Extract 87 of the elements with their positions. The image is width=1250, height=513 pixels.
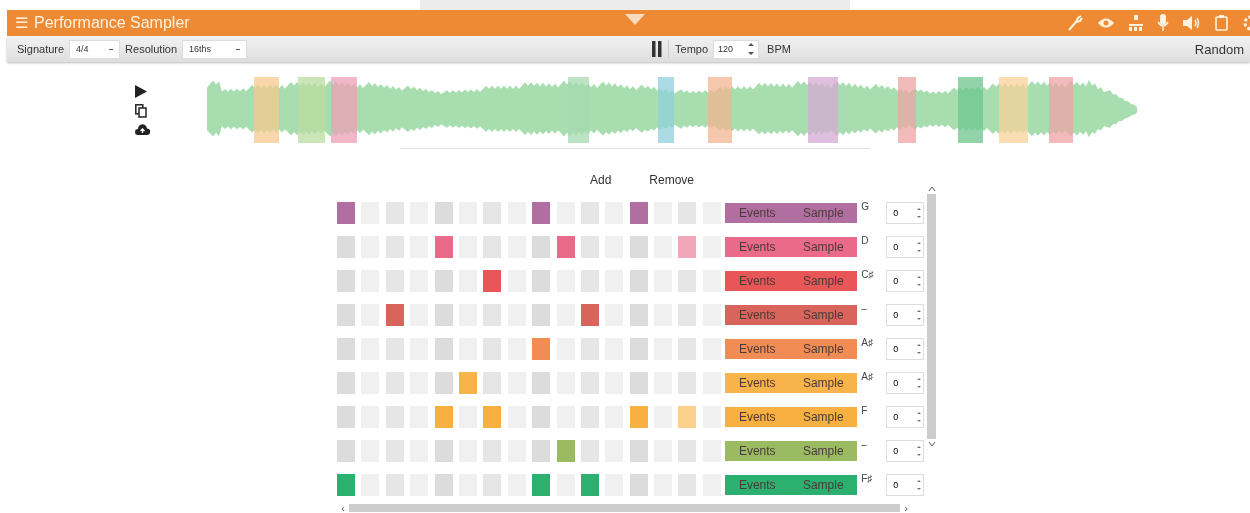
note-label: D (860, 235, 870, 246)
microphone-icon[interactable] (1157, 14, 1169, 32)
track-number-field[interactable]: 0 (886, 474, 925, 496)
step-pad[interactable] (678, 236, 697, 258)
resolution-label: Resolution (125, 43, 178, 55)
spinner-icon[interactable] (917, 445, 922, 457)
eye-icon[interactable] (1097, 17, 1115, 29)
note-label: A♯ (860, 371, 874, 382)
spinner-icon[interactable] (917, 309, 922, 321)
step-pad[interactable] (556, 236, 575, 258)
sample-button[interactable]: Sample (802, 240, 844, 254)
step-pad[interactable] (580, 474, 599, 496)
step-pad[interactable] (532, 338, 551, 360)
tempo-label: Tempo (675, 43, 709, 55)
step-pad[interactable] (532, 474, 551, 496)
clipboard-icon[interactable] (1215, 15, 1228, 31)
note-label: – (860, 303, 868, 314)
scroll-left-button[interactable]: ‹ (337, 502, 349, 513)
sample-button[interactable]: Sample (802, 478, 844, 492)
note-label: C♯ (860, 269, 875, 280)
pause-icon[interactable] (652, 41, 663, 57)
sample-button[interactable]: Sample (802, 342, 844, 356)
random-button[interactable]: Random (1194, 41, 1250, 57)
note-label: F (860, 405, 869, 416)
track-number-field[interactable]: 0 (886, 372, 925, 394)
signature-select[interactable]: 4/4 (69, 39, 121, 59)
track-number-field[interactable]: 0 (886, 270, 925, 292)
track-number-field[interactable]: 0 (886, 338, 925, 360)
track-number-field[interactable]: 0 (886, 440, 925, 462)
app-title: Performance Sampler (34, 14, 190, 32)
step-pad[interactable] (580, 304, 599, 326)
volume-icon[interactable] (1183, 16, 1201, 30)
note-label: F♯ (860, 473, 874, 484)
step-pad[interactable] (629, 202, 648, 224)
sample-button[interactable]: Sample (802, 274, 844, 288)
drawer-handle[interactable] (420, 0, 850, 10)
events-button[interactable]: Events (738, 444, 776, 458)
wrench-icon[interactable] (1067, 15, 1083, 31)
cloud-upload-icon[interactable] (135, 124, 150, 135)
note-label: G (860, 201, 871, 212)
events-button[interactable]: Events (738, 342, 776, 356)
step-pad[interactable] (629, 406, 648, 428)
track-number-field[interactable]: 0 (886, 304, 925, 326)
spinner-icon[interactable] (917, 411, 922, 423)
caret-icon[interactable] (625, 14, 645, 26)
copy-icon[interactable] (135, 104, 147, 118)
sample-button[interactable]: Sample (802, 410, 844, 424)
spinner-icon[interactable] (917, 241, 922, 253)
track-number-field[interactable]: 0 (886, 202, 925, 224)
note-label: A♯ (860, 337, 874, 348)
step-pad[interactable] (532, 202, 551, 224)
note-label: – (860, 439, 868, 450)
sample-button[interactable]: Sample (802, 444, 844, 458)
events-button[interactable]: Events (738, 410, 776, 424)
remove-button[interactable]: Remove (641, 173, 703, 187)
tempo-field[interactable]: 120 (713, 39, 760, 59)
spinner-icon[interactable] (917, 207, 922, 219)
step-pad[interactable] (483, 406, 502, 428)
sample-button[interactable]: Sample (802, 376, 844, 390)
scroll-up-icon[interactable] (927, 186, 936, 192)
events-button[interactable]: Events (738, 376, 776, 390)
bpm-label: BPM (767, 43, 791, 55)
scroll-down-icon[interactable] (927, 441, 936, 447)
horizontal-scrollbar[interactable] (349, 504, 900, 512)
vertical-scrollbar[interactable] (927, 194, 937, 439)
step-pad[interactable] (385, 304, 404, 326)
step-pad[interactable] (556, 440, 575, 462)
track-number-field[interactable]: 0 (886, 236, 925, 258)
events-button[interactable]: Events (738, 478, 776, 492)
spinner-icon[interactable] (917, 343, 922, 355)
spinner-icon[interactable] (748, 42, 755, 56)
spinner-icon[interactable] (917, 275, 922, 287)
add-button[interactable]: Add (582, 173, 620, 187)
resolution-select[interactable]: 16ths (182, 39, 248, 59)
sample-button[interactable]: Sample (802, 308, 844, 322)
scroll-right-button[interactable]: › (900, 502, 912, 513)
step-pad[interactable] (434, 406, 453, 428)
play-icon[interactable] (135, 85, 147, 98)
spinner-icon[interactable] (917, 377, 922, 389)
step-pad[interactable] (458, 372, 477, 394)
step-pad[interactable] (434, 236, 453, 258)
track-number-field[interactable]: 0 (886, 406, 925, 428)
spinner-icon[interactable] (917, 479, 922, 491)
sitemap-icon[interactable] (1129, 15, 1143, 31)
step-pad[interactable] (483, 270, 502, 292)
events-button[interactable]: Events (738, 240, 776, 254)
signature-label: Signature (17, 43, 65, 55)
